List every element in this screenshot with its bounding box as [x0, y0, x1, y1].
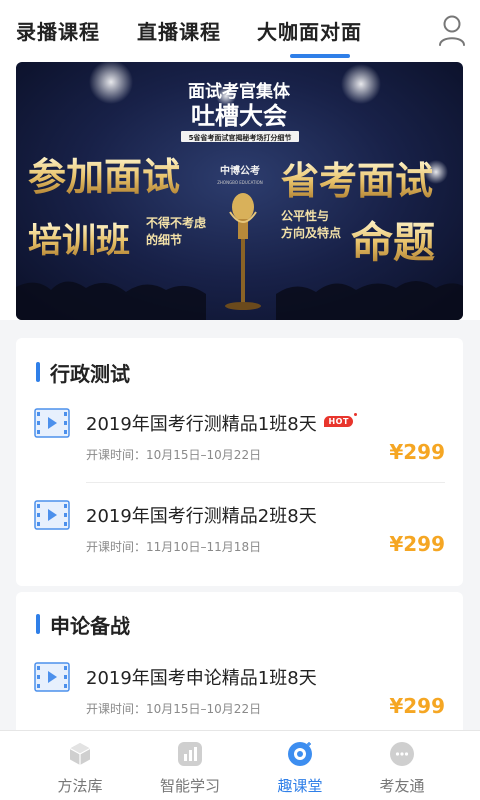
course-name: 2019年国考申论精品1班8天 [86, 668, 317, 689]
hot-badge-dot [353, 413, 357, 416]
banner-left-headline: 参加面试 [28, 155, 180, 199]
tab-expert-face-to-face[interactable]: 大咖面对面 [257, 16, 362, 45]
spotlight [341, 64, 381, 104]
spotlight [89, 62, 133, 104]
banner-headline-main: 吐槽大会 [191, 102, 287, 130]
tab-recorded-courses[interactable]: 录播课程 [16, 16, 100, 45]
banner-headline-top: 面试考官集体 [188, 81, 291, 102]
active-tab-indicator [290, 54, 350, 58]
course-price: ¥299 [389, 694, 445, 718]
course-name: 2019年国考行测精品1班8天 HOT [86, 410, 357, 436]
chart-icon [178, 742, 202, 766]
banner-right-note-2: 方向及特点 [281, 225, 341, 240]
banner-brand-en: ZHONGBO EDUCATION [217, 180, 263, 185]
nav-item-smart-learning[interactable]: 智能学习 [130, 731, 250, 800]
banner-artwork: 面试考官集体 吐槽大会 5省省考面试官揭秘考场打分细节 中博公考 ZHONGBO… [16, 62, 463, 320]
video-file-icon [34, 500, 70, 530]
cube-icon [69, 743, 91, 765]
user-profile-icon[interactable] [438, 14, 466, 46]
course-start-time: 开课时间：10月15日–10月22日 [86, 448, 262, 462]
banner-brand: 中博公考 [220, 164, 260, 177]
play-circle-icon [288, 742, 312, 766]
course-price: ¥299 [389, 532, 445, 556]
banner-left-note-2: 的细节 [146, 232, 182, 247]
promo-banner[interactable]: 面试考官集体 吐槽大会 5省省考面试官揭秘考场打分细节 中博公考 ZHONGBO… [16, 62, 463, 320]
divider [86, 482, 445, 483]
banner-left-note-1: 不得不考虑 [146, 215, 206, 230]
nav-item-exam-friends[interactable]: 考友通 [342, 731, 462, 800]
section-card-essay-prep: 申论备战 2019年国考申论精品1班8天 开课时间：10月15日–10月22日 … [16, 592, 463, 732]
course-item[interactable]: 2019年国考行测精品2班8天 开课时间：11月10日–11月18日 ¥299 [16, 500, 463, 588]
section-title: 申论备战 [50, 614, 130, 638]
course-start-time: 开课时间：10月15日–10月22日 [86, 702, 262, 716]
course-name-text: 2019年国考行测精品1班8天 [86, 414, 317, 435]
section-title: 行政测试 [50, 362, 130, 386]
course-name: 2019年国考行测精品2班8天 [86, 506, 317, 527]
nav-label: 智能学习 [159, 777, 220, 795]
top-tab-bar: 录播课程 直播课程 大咖面对面 [0, 0, 480, 62]
nav-label: 考友通 [379, 777, 425, 795]
chat-bubble-icon [390, 742, 414, 766]
section-accent-bar [36, 362, 40, 382]
section-accent-bar [36, 614, 40, 634]
video-file-icon [34, 662, 70, 692]
hot-badge: HOT [324, 416, 353, 427]
nav-item-method-library[interactable]: 方法库 [20, 731, 140, 800]
microphone-icon [225, 193, 261, 310]
banner-right-note-1: 公平性与 [281, 208, 329, 223]
nav-label: 方法库 [57, 777, 103, 795]
tab-live-courses[interactable]: 直播课程 [137, 16, 221, 45]
bottom-navigation: 方法库 智能学习 趣课堂 考友通 [0, 730, 480, 800]
banner-right-subhead: 命题 [351, 218, 435, 267]
course-price: ¥299 [389, 440, 445, 464]
banner-left-subhead: 培训班 [28, 221, 130, 261]
video-file-icon [34, 408, 70, 438]
banner-right-headline: 省考面试 [281, 159, 433, 203]
section-card-administrative-test: 行政测试 2019年国考行测精品1班8天 HOT 开课时间：10月15日–10月… [16, 338, 463, 586]
banner-ribbon-text: 5省省考面试官揭秘考场打分细节 [189, 133, 292, 142]
course-start-time: 开课时间：11月10日–11月18日 [86, 540, 262, 554]
